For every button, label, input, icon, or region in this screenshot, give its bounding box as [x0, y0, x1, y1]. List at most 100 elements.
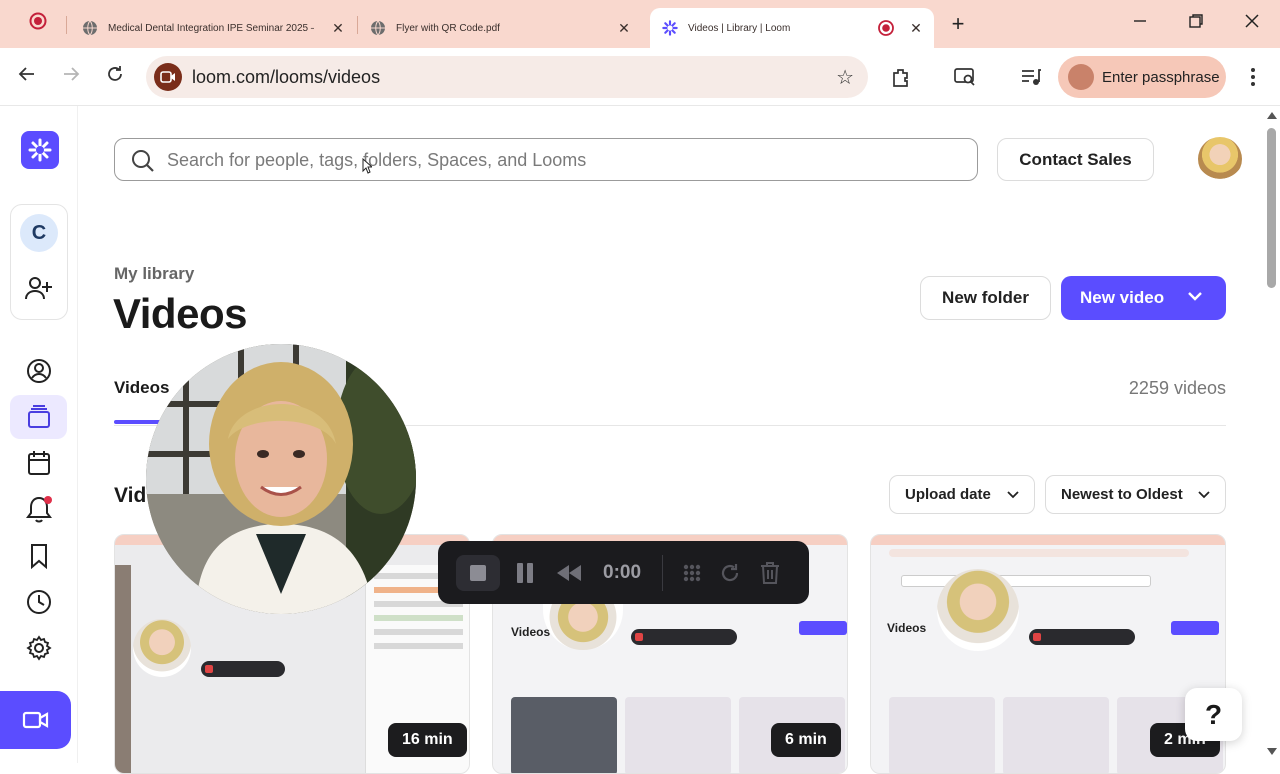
- browser-tab-flyer[interactable]: Flyer with QR Code.pdf ✕: [362, 8, 642, 48]
- history-icon[interactable]: [24, 587, 54, 617]
- contact-sales-button[interactable]: Contact Sales: [997, 138, 1154, 181]
- close-tab-icon[interactable]: ✕: [908, 20, 924, 36]
- tab-title: Videos | Library | Loom: [688, 22, 791, 34]
- mouse-cursor-icon: [362, 157, 374, 174]
- tab-title: Flyer with QR Code.pdf: [396, 22, 500, 34]
- tab-title: Medical Dental Integration IPE Seminar 2…: [108, 22, 314, 34]
- chevron-down-icon: [1197, 487, 1211, 505]
- camera-feed-image: [146, 344, 416, 614]
- extensions-icon[interactable]: [886, 62, 916, 92]
- restore-icon[interactable]: [1184, 12, 1208, 36]
- record-video-button[interactable]: [0, 691, 71, 749]
- thumb-presenter: [133, 619, 191, 677]
- search-placeholder: Search for people, tags, folders, Spaces…: [167, 150, 587, 170]
- profile-badge-icon: [1068, 64, 1094, 90]
- browser-tab-bar: Medical Dental Integration IPE Seminar 2…: [0, 0, 1280, 48]
- more-menu-icon[interactable]: [1238, 62, 1268, 92]
- thumb-search: [901, 575, 1151, 587]
- globe-icon: [370, 20, 386, 36]
- calendar-icon[interactable]: [24, 448, 54, 478]
- person-icon[interactable]: [24, 356, 54, 386]
- thumb-grid: [1003, 697, 1109, 773]
- browser-tab-seminar[interactable]: Medical Dental Integration IPE Seminar 2…: [74, 8, 356, 48]
- thumb-tabbar: [871, 535, 1225, 545]
- thumb-grid: [889, 697, 995, 773]
- chevron-down-icon: [1006, 487, 1020, 505]
- close-tab-icon[interactable]: ✕: [616, 20, 632, 36]
- browser-toolbar: loom.com/looms/videos ☆ Enter passphrase: [0, 48, 1280, 106]
- globe-icon: [82, 20, 98, 36]
- thumb-presenter: [937, 569, 1019, 651]
- minimize-icon[interactable]: [1128, 12, 1152, 36]
- user-avatar[interactable]: [1198, 137, 1242, 181]
- new-video-button[interactable]: New video: [1061, 276, 1226, 320]
- recording-controls: 0:00: [438, 541, 809, 604]
- invite-user-icon[interactable]: [24, 273, 54, 303]
- library-icon[interactable]: [10, 395, 67, 439]
- sort-field-label: Upload date: [905, 486, 991, 503]
- trash-icon[interactable]: [754, 555, 786, 591]
- workspace-avatar[interactable]: C: [20, 214, 58, 252]
- media-queue-icon[interactable]: [1016, 62, 1046, 92]
- browser-tab-loom[interactable]: Videos | Library | Loom ✕: [650, 8, 934, 48]
- passphrase-button[interactable]: Enter passphrase: [1058, 56, 1226, 98]
- passphrase-label: Enter passphrase: [1102, 68, 1220, 86]
- drawing-tools-icon[interactable]: [676, 555, 708, 591]
- breadcrumb[interactable]: My library: [114, 264, 194, 284]
- screen-search-icon[interactable]: [950, 62, 980, 92]
- loom-logo[interactable]: [21, 131, 59, 169]
- close-window-icon[interactable]: [1240, 12, 1264, 36]
- thumb-addressbar: [889, 549, 1189, 557]
- thumb-recorder-controls: [1029, 629, 1135, 645]
- tab-separator: [66, 16, 67, 34]
- chevron-down-icon: [1186, 287, 1204, 310]
- thumb-recorder-controls: [201, 661, 285, 677]
- new-folder-button[interactable]: New folder: [920, 276, 1051, 320]
- scroll-down-icon[interactable]: [1267, 748, 1277, 755]
- sort-order-dropdown[interactable]: Newest to Oldest: [1045, 475, 1226, 514]
- workspace-switcher: C: [10, 204, 68, 320]
- recording-indicator-icon[interactable]: [26, 12, 50, 36]
- section-title: Vid: [114, 484, 147, 507]
- sort-order-label: Newest to Oldest: [1061, 486, 1183, 503]
- restart-icon[interactable]: [714, 555, 746, 591]
- new-tab-icon[interactable]: +: [946, 12, 970, 36]
- rewind-icon[interactable]: [552, 555, 586, 591]
- notification-dot: [44, 496, 52, 504]
- video-card[interactable]: Videos 2 min: [870, 534, 1226, 774]
- scrollbar-thumb[interactable]: [1267, 128, 1276, 288]
- thumb-side-strip: [115, 565, 131, 773]
- thumb-new-video: [1171, 621, 1219, 635]
- site-camera-icon: [154, 63, 182, 91]
- thumb-grid: [511, 697, 617, 773]
- duration-badge: 16 min: [388, 723, 467, 757]
- tab-recording-icon: [878, 20, 894, 39]
- duration-badge: 6 min: [771, 723, 841, 757]
- thumb-title: Videos: [887, 621, 927, 635]
- thumb-grid: [625, 697, 731, 773]
- page-scrollbar[interactable]: [1264, 106, 1280, 763]
- bell-icon[interactable]: [24, 494, 54, 524]
- help-button[interactable]: ?: [1185, 688, 1242, 741]
- bookmark-icon[interactable]: [24, 541, 54, 571]
- tab-videos[interactable]: Videos: [114, 378, 169, 398]
- gear-icon[interactable]: [24, 633, 54, 663]
- tab-separator: [357, 16, 358, 34]
- pause-button[interactable]: [508, 555, 542, 591]
- url-text: loom.com/looms/videos: [192, 67, 381, 87]
- close-tab-icon[interactable]: ✕: [330, 20, 346, 36]
- loom-icon: [662, 20, 678, 36]
- forward-icon[interactable]: [56, 62, 86, 92]
- search-icon: [131, 149, 155, 178]
- controls-divider: [662, 555, 663, 591]
- bookmark-star-icon[interactable]: ☆: [836, 65, 854, 90]
- scroll-up-icon[interactable]: [1267, 112, 1277, 119]
- sort-field-dropdown[interactable]: Upload date: [889, 475, 1035, 514]
- stop-button[interactable]: [456, 555, 500, 591]
- recording-timer: 0:00: [603, 562, 642, 583]
- camera-bubble[interactable]: [146, 344, 416, 614]
- reload-icon[interactable]: [100, 62, 130, 92]
- back-icon[interactable]: [12, 62, 42, 92]
- search-input[interactable]: Search for people, tags, folders, Spaces…: [114, 138, 978, 181]
- address-bar[interactable]: loom.com/looms/videos ☆: [146, 56, 868, 98]
